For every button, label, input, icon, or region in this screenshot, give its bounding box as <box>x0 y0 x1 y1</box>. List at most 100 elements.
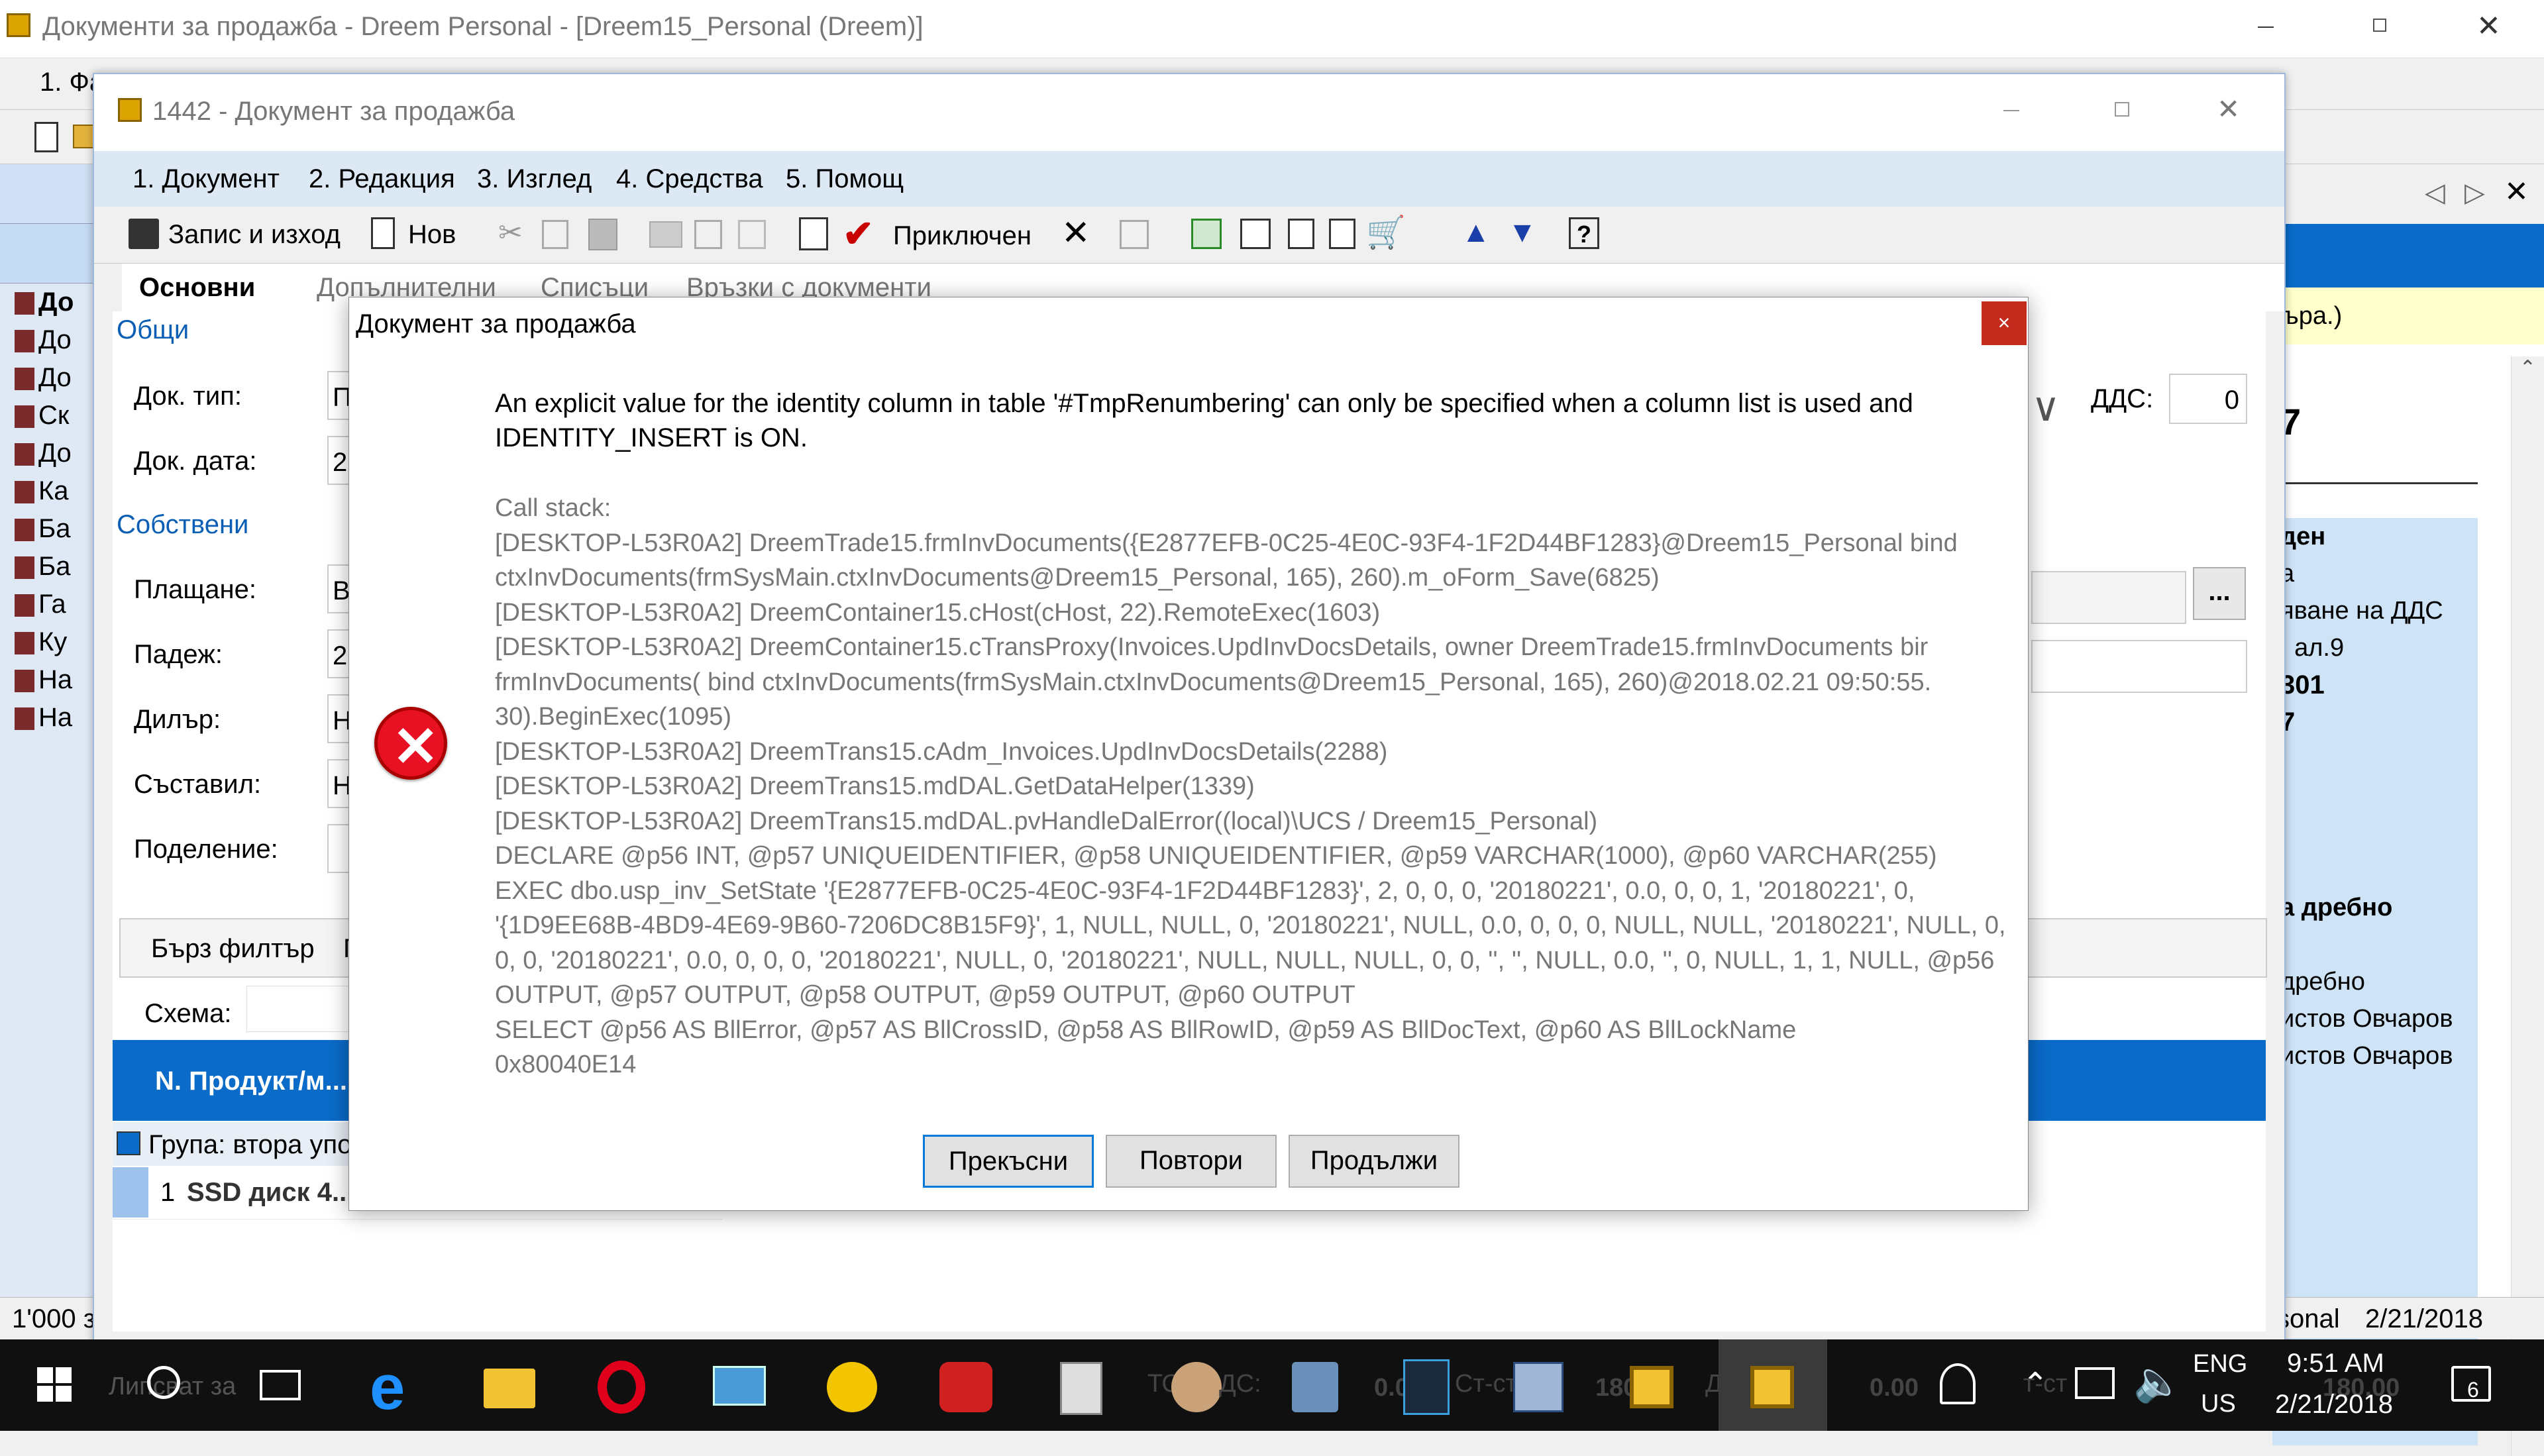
grid-row[interactable]: 1 SSD диск 4... <box>113 1167 354 1218</box>
status-user: sonal <box>2276 1304 2340 1333</box>
doc-minimize-icon[interactable] <box>2003 110 2019 111</box>
chat-app-icon[interactable] <box>827 1362 877 1412</box>
edge-icon[interactable]: e <box>370 1351 405 1424</box>
new-doc-icon[interactable] <box>34 122 58 152</box>
new-button[interactable]: Нов <box>408 220 456 250</box>
dropdown-chevron-icon[interactable]: ∨ <box>2031 384 2060 431</box>
retry-button[interactable]: Повтори <box>1106 1135 1277 1188</box>
dealer-label: Дилър: <box>134 705 221 734</box>
doc-close-icon[interactable]: ✕ <box>2217 93 2240 125</box>
continue-button[interactable]: Продължи <box>1289 1135 1459 1188</box>
paste-icon[interactable] <box>588 219 617 250</box>
attach-icon[interactable] <box>738 220 766 249</box>
right-info-row: 301 <box>2280 670 2325 700</box>
callstack-line: DECLARE @p56 INT, @p57 UNIQUEIDENTIFIER,… <box>495 842 1937 870</box>
save-exit-button[interactable]: Запис и изход <box>168 220 341 250</box>
cancel-x-icon[interactable]: ✕ <box>1061 213 1090 253</box>
callstack-line: frmInvDocuments( bind ctxInvDocuments(fr… <box>495 668 1932 696</box>
error-message: An explicit value for the identity colum… <box>495 386 2019 455</box>
callstack-line: [DESKTOP-L53R0A2] DreemTrans15.mdDAL.pvH… <box>495 807 1598 835</box>
cart-icon[interactable]: 🛒 <box>1366 213 1406 251</box>
arrow-up-icon[interactable]: ▲ <box>1461 216 1491 249</box>
menu-help[interactable]: 5. Помощ <box>786 164 904 194</box>
clock-time[interactable]: 9:51 AM <box>2287 1349 2384 1378</box>
arrow-app-icon[interactable] <box>1403 1359 1450 1415</box>
star-icon[interactable] <box>1240 219 1271 249</box>
calculator-icon[interactable] <box>1060 1362 1102 1415</box>
doc-date-label: Док. дата: <box>134 446 257 476</box>
menu-tools[interactable]: 4. Средства <box>616 164 763 194</box>
preview-icon[interactable] <box>694 220 722 249</box>
close-icon[interactable]: ✕ <box>2476 9 2501 43</box>
taskbar-bg-text: Ст-ст <box>1455 1370 1517 1398</box>
help-icon[interactable]: ? <box>1569 217 1599 249</box>
status-left: 1'000 з <box>12 1304 96 1333</box>
group-label: Група: втора упо <box>148 1130 352 1159</box>
edit-doc-icon[interactable] <box>799 217 828 250</box>
clock-date[interactable]: 2/21/2018 <box>2275 1390 2393 1420</box>
doc-maximize-icon[interactable] <box>2115 102 2129 117</box>
collapse-icon[interactable] <box>117 1131 140 1155</box>
taskbar-bg-text: 0.00 <box>1870 1374 1919 1402</box>
vat-input[interactable]: 0 <box>2169 374 2247 424</box>
right-field-1[interactable] <box>2031 571 2186 624</box>
grid-group-row[interactable]: Група: втора упо <box>113 1122 352 1166</box>
task-view-icon[interactable] <box>260 1370 301 1400</box>
menu-view[interactable]: 3. Изглед <box>477 164 592 194</box>
arrow-down-icon[interactable]: ▼ <box>1508 216 1537 249</box>
menu-document[interactable]: 1. Документ <box>132 164 280 194</box>
virtualbox-icon[interactable] <box>1513 1362 1564 1412</box>
taskbar: Липсват за e ТО ДС: 0.0 Ст-ст 180 ДДС 0.… <box>0 1339 2544 1431</box>
dreem-app-active[interactable] <box>1719 1339 1827 1431</box>
network-app-icon[interactable] <box>713 1366 766 1406</box>
copy-icon[interactable] <box>542 220 568 249</box>
refresh-icon[interactable] <box>1191 219 1222 249</box>
dreem-app-icon[interactable] <box>1630 1366 1673 1408</box>
network-icon[interactable] <box>2075 1367 2115 1399</box>
closed-button[interactable]: Приключен <box>893 221 1032 251</box>
doc-window-title: 1442 - Документ за продажба <box>152 97 515 126</box>
minimize-icon[interactable] <box>2258 26 2274 28</box>
right-info-row: истов Овчаров <box>2280 1042 2453 1070</box>
quick-filter-button[interactable]: Бърз филтър <box>151 934 315 964</box>
file-explorer-icon[interactable] <box>484 1369 535 1408</box>
message-line: An explicit value for the identity colum… <box>495 389 1913 418</box>
right-field-2[interactable] <box>2031 640 2247 693</box>
nav-prev-icon[interactable]: ◁ <box>2425 178 2445 208</box>
language-bottom[interactable]: US <box>2201 1390 2236 1418</box>
tab-main[interactable]: Основни <box>139 273 255 303</box>
opera-icon[interactable] <box>598 1361 645 1414</box>
copy-doc2-icon[interactable] <box>1329 219 1355 249</box>
right-scrollbar[interactable]: ⌃ <box>2511 356 2544 1456</box>
language-top[interactable]: ENG <box>2193 1350 2247 1378</box>
callstack-line: [DESKTOP-L53R0A2] DreemTrade15.frmInvDoc… <box>495 529 1958 557</box>
restore-icon[interactable] <box>2373 19 2386 32</box>
action-center-icon[interactable]: 6 <box>2451 1366 2491 1402</box>
app-icon <box>7 13 30 37</box>
installer-icon[interactable] <box>1292 1362 1338 1412</box>
nav-next-icon[interactable]: ▷ <box>2464 178 2485 208</box>
copy-doc-icon[interactable] <box>1288 219 1314 249</box>
print-icon[interactable] <box>649 221 682 248</box>
search-icon[interactable] <box>147 1366 180 1399</box>
scheme-input[interactable] <box>246 986 366 1032</box>
red-app-icon[interactable] <box>939 1362 992 1412</box>
callstack-line: ctxInvDocuments(frmSysMain.ctxInvDocumen… <box>495 564 1660 592</box>
panel-close-icon[interactable]: ✕ <box>2504 175 2529 209</box>
row-selector[interactable] <box>113 1167 148 1218</box>
volume-icon[interactable]: 🔈 <box>2133 1358 2183 1405</box>
paint-icon[interactable] <box>1171 1362 1222 1412</box>
dialog-close-button[interactable]: × <box>1982 301 2027 345</box>
abort-button[interactable]: Прекъсни <box>923 1135 1094 1188</box>
grid-col-product[interactable]: N. Продукт/м... <box>155 1066 347 1096</box>
cut-icon[interactable]: ✂ <box>498 216 523 250</box>
windows-start-icon[interactable] <box>37 1367 72 1402</box>
list-icon[interactable] <box>1120 220 1149 249</box>
callstack-line: EXEC dbo.usp_inv_SetState '{E2877EFB-0C2… <box>495 876 1915 905</box>
menu-edit[interactable]: 2. Редакция <box>309 164 455 194</box>
payment-label: Плащане: <box>134 575 256 604</box>
scroll-up-icon[interactable]: ⌃ <box>2512 356 2544 380</box>
people-icon[interactable] <box>1940 1363 1976 1404</box>
right-blue-strip <box>2272 224 2544 287</box>
browse-button[interactable]: ... <box>2193 567 2246 620</box>
